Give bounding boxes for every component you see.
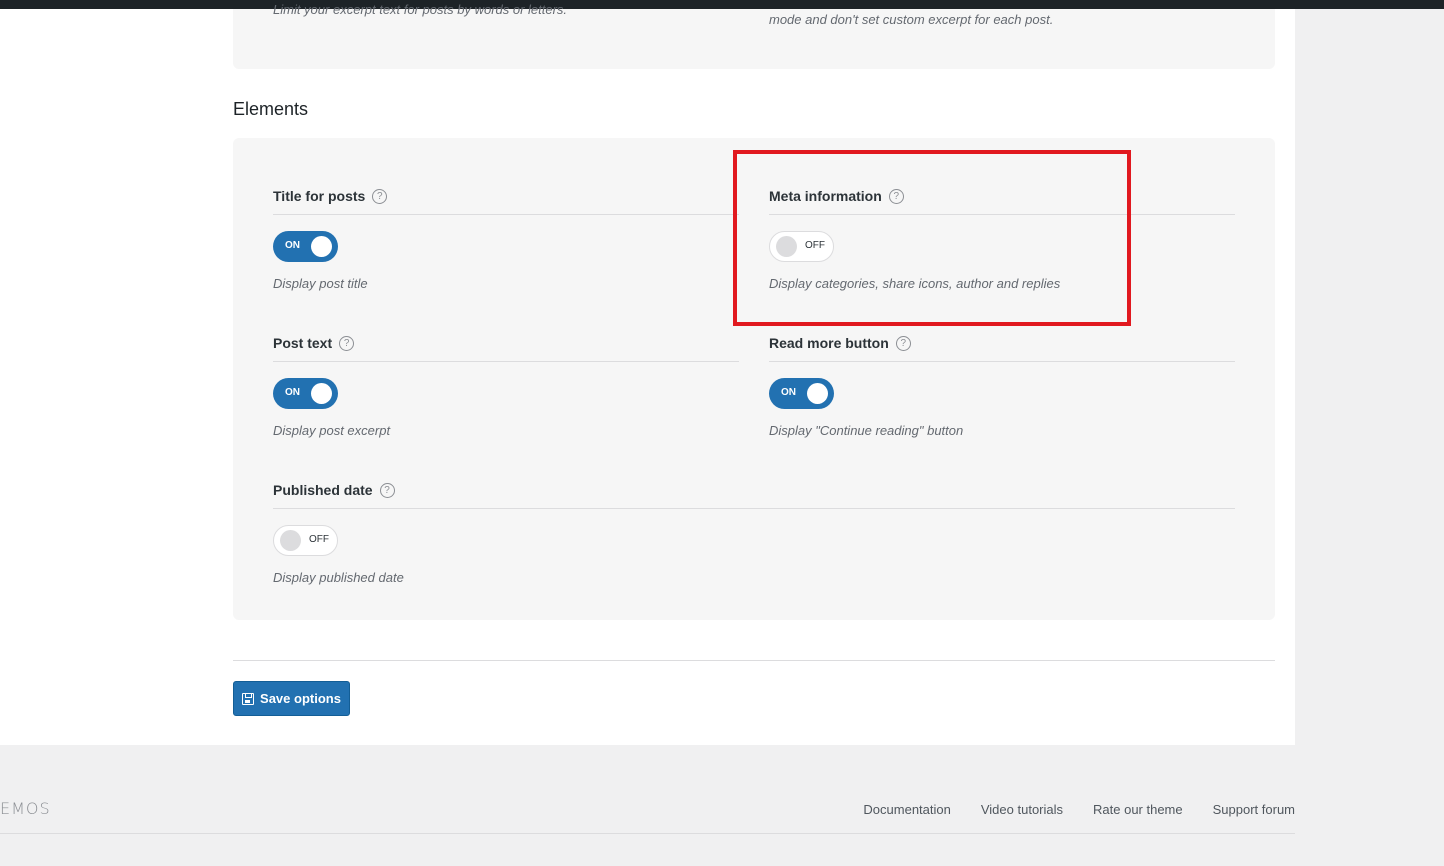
published-date-toggle[interactable]: OFF [273, 525, 338, 556]
option-divider [273, 214, 739, 215]
actions-divider [233, 660, 1275, 661]
option-label: Post text [273, 335, 333, 351]
read-more-button-toggle[interactable]: ON [769, 378, 834, 409]
option-divider [769, 361, 1235, 362]
toggle-state: ON [781, 387, 796, 398]
option-description: Display post excerpt [273, 423, 391, 438]
excerpt-section-box: Limit your excerpt text for posts by wor… [233, 2, 1275, 69]
toggle-knob [311, 236, 332, 257]
save-icon [242, 692, 255, 705]
post-text-toggle[interactable]: ON [273, 378, 338, 409]
footer-link-video-tutorials[interactable]: Video tutorials [981, 802, 1063, 817]
option-description: Display post title [273, 276, 368, 291]
title-for-posts-toggle[interactable]: ON [273, 231, 338, 262]
help-icon[interactable]: ? [372, 188, 388, 204]
option-description: Display published date [273, 570, 404, 585]
toggle-knob [807, 383, 828, 404]
toggle-knob [311, 383, 332, 404]
option-post-text: Post text ? ON Display post excerpt [273, 333, 739, 438]
footer-link-support-forum[interactable]: Support forum [1213, 802, 1295, 817]
toggle-knob [280, 530, 301, 551]
footer-divider [0, 833, 1295, 834]
option-divider [273, 508, 1235, 509]
toggle-state: ON [285, 387, 300, 398]
footer-link-rate-theme[interactable]: Rate our theme [1093, 802, 1183, 817]
help-icon[interactable]: ? [895, 335, 911, 351]
option-read-more-button: Read more button ? ON Display "Continue … [769, 333, 1235, 438]
footer-link-documentation[interactable]: Documentation [863, 802, 950, 817]
save-options-button[interactable]: Save options [233, 681, 350, 716]
admin-topbar [0, 0, 1444, 9]
highlight-box [733, 150, 1131, 326]
save-button-label: Save options [260, 691, 341, 706]
option-published-date: Published date ? OFF Display published d… [273, 480, 1235, 585]
option-description: Display "Continue reading" button [769, 423, 964, 438]
brand-logo: EMOS [0, 799, 51, 818]
section-title: Elements [233, 99, 309, 119]
option-divider [273, 361, 739, 362]
excerpt-mode-description: mode and don't set custom excerpt for ea… [769, 12, 1054, 27]
option-label: Title for posts [273, 188, 366, 204]
toggle-state: OFF [309, 534, 329, 545]
excerpt-description: Limit your excerpt text for posts by wor… [273, 2, 568, 17]
help-icon[interactable]: ? [339, 335, 355, 351]
help-icon[interactable]: ? [379, 482, 395, 498]
option-title-for-posts: Title for posts ? ON Display post title [273, 186, 739, 291]
toggle-state: ON [285, 240, 300, 251]
option-label: Published date [273, 482, 373, 498]
option-label: Read more button [769, 335, 889, 351]
footer-links: Documentation Video tutorials Rate our t… [863, 802, 1295, 817]
